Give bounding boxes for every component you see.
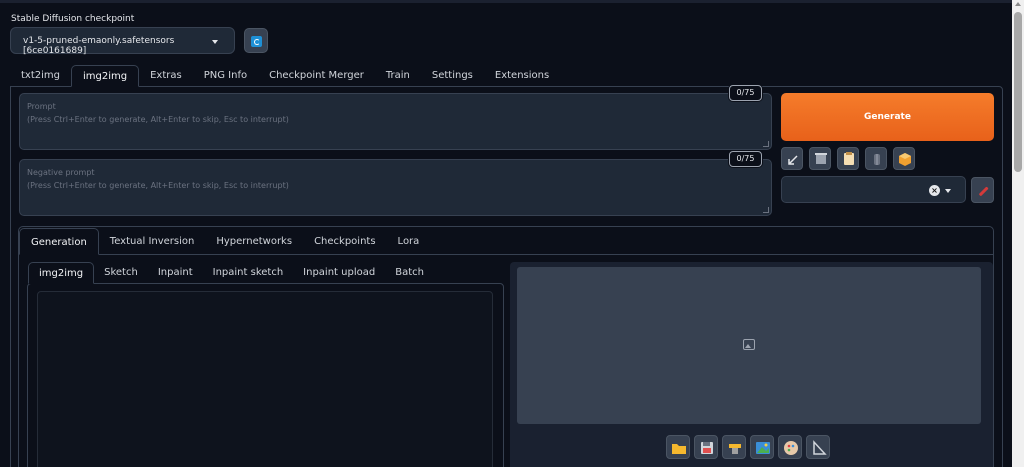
output-gallery[interactable] <box>517 267 981 424</box>
checkpoint-dropdown[interactable]: v1-5-pruned-emaonly.safetensors [6ce0161… <box>10 27 235 56</box>
save-button[interactable] <box>694 435 718 459</box>
tab-textual-inversion[interactable]: Textual Inversion <box>99 228 206 255</box>
tab-png-info[interactable]: PNG Info <box>193 65 258 87</box>
send-to-img2img-button[interactable] <box>750 435 774 459</box>
negative-prompt-label: Negative prompt <box>27 168 95 177</box>
send-to-inpaint-icon <box>784 441 798 455</box>
main-tab-bar: txt2img img2img Extras PNG Info Checkpoi… <box>10 65 560 87</box>
tab-img2img[interactable]: img2img <box>71 65 140 87</box>
tab-settings[interactable]: Settings <box>421 65 484 87</box>
send-to-extras-button[interactable] <box>806 435 830 459</box>
clipboard-icon <box>844 152 854 165</box>
tab-checkpoints[interactable]: Checkpoints <box>303 228 386 255</box>
refresh-checkpoint-button[interactable] <box>244 28 268 53</box>
tab-inpaint-upload[interactable]: Inpaint upload <box>293 262 385 284</box>
trash-icon <box>815 153 827 164</box>
prompt-label: Prompt <box>27 102 56 111</box>
tab-txt2img[interactable]: txt2img <box>10 65 71 87</box>
tab-batch[interactable]: Batch <box>385 262 434 284</box>
tab-extras[interactable]: Extras <box>139 65 193 87</box>
prompt-placeholder: (Press Ctrl+Enter to generate, Alt+Enter… <box>27 115 289 124</box>
tab-sketch[interactable]: Sketch <box>94 262 148 284</box>
checkpoint-label: Stable Diffusion checkpoint <box>11 14 135 24</box>
prompt-textarea[interactable]: Prompt (Press Ctrl+Enter to generate, Al… <box>19 93 772 150</box>
chevron-down-icon[interactable] <box>945 189 951 193</box>
save-icon <box>701 442 713 454</box>
extra-networks-paint-button[interactable] <box>971 177 994 203</box>
negative-prompt-textarea[interactable]: Negative prompt (Press Ctrl+Enter to gen… <box>19 159 772 216</box>
tab-extensions[interactable]: Extensions <box>484 65 560 87</box>
tab-train[interactable]: Train <box>375 65 421 87</box>
top-border <box>0 0 1012 3</box>
image-mode-tab-bar: img2img Sketch Inpaint Inpaint sketch In… <box>28 262 434 284</box>
checkpoint-selected-value: v1-5-pruned-emaonly.safetensors [6ce0161… <box>23 36 175 56</box>
clear-prompt-button[interactable] <box>809 147 831 170</box>
tab-hypernetworks[interactable]: Hypernetworks <box>205 228 303 255</box>
close-icon[interactable]: × <box>929 185 940 196</box>
read-params-icon <box>788 155 798 165</box>
negative-prompt-token-counter: 0/75 <box>729 151 762 167</box>
send-to-extras-icon <box>813 440 827 455</box>
apply-style-button[interactable] <box>837 147 859 170</box>
tab-checkpoint-merger[interactable]: Checkpoint Merger <box>258 65 375 87</box>
show-extra-networks-button[interactable] <box>865 147 887 170</box>
save-style-button[interactable] <box>893 147 915 170</box>
prompt-token-counter: 0/75 <box>729 85 762 101</box>
scrollbar-thumb[interactable] <box>1014 12 1022 172</box>
resize-handle-icon[interactable] <box>763 141 769 147</box>
save-style-icon <box>899 153 911 166</box>
folder-icon <box>672 444 686 454</box>
tab-inpaint[interactable]: Inpaint <box>148 262 203 284</box>
open-folder-button[interactable] <box>666 435 690 459</box>
paintbrush-icon <box>978 186 989 197</box>
show-extra-networks-icon <box>874 154 880 165</box>
read-params-button[interactable] <box>781 147 803 170</box>
zip-icon <box>729 444 741 454</box>
send-to-inpaint-button[interactable] <box>778 435 802 459</box>
image-icon <box>743 339 755 350</box>
sub-tab-bar: Generation Textual Inversion Hypernetwor… <box>19 228 430 255</box>
generate-button[interactable]: Generate <box>781 93 994 141</box>
refresh-icon <box>251 36 262 47</box>
tab-inpaint-sketch[interactable]: Inpaint sketch <box>203 262 294 284</box>
send-to-img2img-icon <box>756 442 770 454</box>
image-drop-area[interactable] <box>37 291 493 467</box>
negative-prompt-placeholder: (Press Ctrl+Enter to generate, Alt+Enter… <box>27 181 289 190</box>
resize-handle-icon[interactable] <box>763 207 769 213</box>
scroll-up-icon[interactable] <box>1015 2 1021 6</box>
styles-dropdown[interactable]: × <box>781 176 966 203</box>
page-scrollbar[interactable] <box>1012 0 1024 467</box>
tab-lora[interactable]: Lora <box>387 228 431 255</box>
zip-button[interactable] <box>722 435 746 459</box>
tab-img2img-mode[interactable]: img2img <box>28 262 95 284</box>
tab-generation[interactable]: Generation <box>19 228 99 255</box>
chevron-down-icon <box>212 40 218 44</box>
